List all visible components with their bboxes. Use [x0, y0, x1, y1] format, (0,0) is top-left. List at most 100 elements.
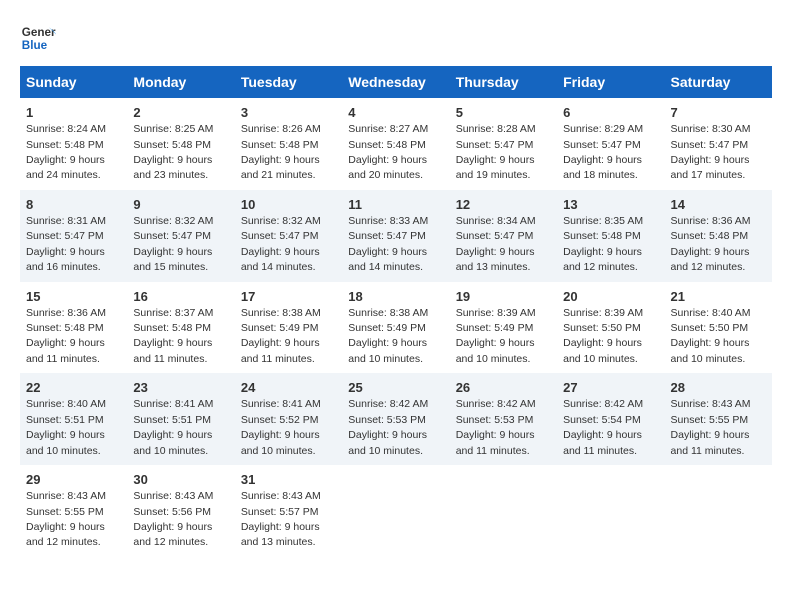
calendar-cell: 23 Sunrise: 8:41 AM Sunset: 5:51 PM Dayl… — [127, 373, 234, 465]
sunrise-info: Sunrise: 8:38 AM — [241, 307, 321, 319]
sunrise-info: Sunrise: 8:33 AM — [348, 215, 428, 227]
sunset-info: Sunset: 5:47 PM — [563, 139, 641, 151]
sunrise-info: Sunrise: 8:32 AM — [133, 215, 213, 227]
calendar-cell: 7 Sunrise: 8:30 AM Sunset: 5:47 PM Dayli… — [665, 98, 772, 190]
sunset-info: Sunset: 5:47 PM — [456, 230, 534, 242]
calendar-cell: 24 Sunrise: 8:41 AM Sunset: 5:52 PM Dayl… — [235, 373, 342, 465]
daylight-info: Daylight: 9 hours and 16 minutes. — [26, 246, 105, 273]
sunset-info: Sunset: 5:55 PM — [26, 506, 104, 518]
daylight-info: Daylight: 9 hours and 13 minutes. — [456, 246, 535, 273]
daylight-info: Daylight: 9 hours and 17 minutes. — [671, 154, 750, 181]
day-number: 30 — [133, 471, 228, 489]
calendar-week-row: 8 Sunrise: 8:31 AM Sunset: 5:47 PM Dayli… — [20, 190, 772, 282]
daylight-info: Daylight: 9 hours and 13 minutes. — [241, 521, 320, 548]
column-header-tuesday: Tuesday — [235, 66, 342, 98]
calendar-cell: 14 Sunrise: 8:36 AM Sunset: 5:48 PM Dayl… — [665, 190, 772, 282]
day-number: 9 — [133, 196, 228, 214]
calendar-body: 1 Sunrise: 8:24 AM Sunset: 5:48 PM Dayli… — [20, 98, 772, 557]
sunset-info: Sunset: 5:49 PM — [456, 322, 534, 334]
sunset-info: Sunset: 5:48 PM — [133, 139, 211, 151]
svg-text:Blue: Blue — [22, 39, 48, 52]
sunrise-info: Sunrise: 8:35 AM — [563, 215, 643, 227]
day-number: 8 — [26, 196, 121, 214]
calendar-cell: 21 Sunrise: 8:40 AM Sunset: 5:50 PM Dayl… — [665, 282, 772, 374]
daylight-info: Daylight: 9 hours and 10 minutes. — [26, 429, 105, 456]
sunset-info: Sunset: 5:55 PM — [671, 414, 749, 426]
calendar-cell — [342, 465, 449, 557]
day-number: 18 — [348, 288, 443, 306]
sunrise-info: Sunrise: 8:41 AM — [133, 398, 213, 410]
day-number: 22 — [26, 379, 121, 397]
calendar-cell: 18 Sunrise: 8:38 AM Sunset: 5:49 PM Dayl… — [342, 282, 449, 374]
sunset-info: Sunset: 5:47 PM — [671, 139, 749, 151]
day-number: 12 — [456, 196, 551, 214]
day-number: 31 — [241, 471, 336, 489]
sunrise-info: Sunrise: 8:32 AM — [241, 215, 321, 227]
sunset-info: Sunset: 5:54 PM — [563, 414, 641, 426]
daylight-info: Daylight: 9 hours and 10 minutes. — [671, 337, 750, 364]
daylight-info: Daylight: 9 hours and 11 minutes. — [563, 429, 642, 456]
daylight-info: Daylight: 9 hours and 10 minutes. — [241, 429, 320, 456]
daylight-info: Daylight: 9 hours and 23 minutes. — [133, 154, 212, 181]
calendar-header-row: SundayMondayTuesdayWednesdayThursdayFrid… — [20, 66, 772, 98]
sunset-info: Sunset: 5:51 PM — [133, 414, 211, 426]
column-header-sunday: Sunday — [20, 66, 127, 98]
day-number: 26 — [456, 379, 551, 397]
day-number: 27 — [563, 379, 658, 397]
calendar-cell: 5 Sunrise: 8:28 AM Sunset: 5:47 PM Dayli… — [450, 98, 557, 190]
calendar-week-row: 1 Sunrise: 8:24 AM Sunset: 5:48 PM Dayli… — [20, 98, 772, 190]
sunrise-info: Sunrise: 8:36 AM — [26, 307, 106, 319]
calendar-cell: 4 Sunrise: 8:27 AM Sunset: 5:48 PM Dayli… — [342, 98, 449, 190]
day-number: 14 — [671, 196, 766, 214]
calendar-cell: 9 Sunrise: 8:32 AM Sunset: 5:47 PM Dayli… — [127, 190, 234, 282]
calendar-cell: 22 Sunrise: 8:40 AM Sunset: 5:51 PM Dayl… — [20, 373, 127, 465]
calendar-table: SundayMondayTuesdayWednesdayThursdayFrid… — [20, 66, 772, 557]
sunrise-info: Sunrise: 8:37 AM — [133, 307, 213, 319]
sunrise-info: Sunrise: 8:24 AM — [26, 123, 106, 135]
sunrise-info: Sunrise: 8:39 AM — [456, 307, 536, 319]
daylight-info: Daylight: 9 hours and 10 minutes. — [348, 337, 427, 364]
calendar-cell: 27 Sunrise: 8:42 AM Sunset: 5:54 PM Dayl… — [557, 373, 664, 465]
calendar-cell: 3 Sunrise: 8:26 AM Sunset: 5:48 PM Dayli… — [235, 98, 342, 190]
daylight-info: Daylight: 9 hours and 11 minutes. — [456, 429, 535, 456]
day-number: 29 — [26, 471, 121, 489]
logo-icon: General Blue — [20, 20, 56, 56]
daylight-info: Daylight: 9 hours and 11 minutes. — [241, 337, 320, 364]
daylight-info: Daylight: 9 hours and 15 minutes. — [133, 246, 212, 273]
sunset-info: Sunset: 5:48 PM — [26, 322, 104, 334]
sunrise-info: Sunrise: 8:43 AM — [133, 490, 213, 502]
daylight-info: Daylight: 9 hours and 11 minutes. — [133, 337, 212, 364]
sunset-info: Sunset: 5:57 PM — [241, 506, 319, 518]
day-number: 19 — [456, 288, 551, 306]
logo: General Blue — [20, 20, 56, 56]
column-header-monday: Monday — [127, 66, 234, 98]
sunset-info: Sunset: 5:48 PM — [348, 139, 426, 151]
sunrise-info: Sunrise: 8:34 AM — [456, 215, 536, 227]
calendar-cell — [665, 465, 772, 557]
daylight-info: Daylight: 9 hours and 10 minutes. — [563, 337, 642, 364]
calendar-cell — [450, 465, 557, 557]
calendar-cell: 17 Sunrise: 8:38 AM Sunset: 5:49 PM Dayl… — [235, 282, 342, 374]
day-number: 11 — [348, 196, 443, 214]
sunrise-info: Sunrise: 8:30 AM — [671, 123, 751, 135]
daylight-info: Daylight: 9 hours and 12 minutes. — [563, 246, 642, 273]
sunrise-info: Sunrise: 8:41 AM — [241, 398, 321, 410]
sunrise-info: Sunrise: 8:25 AM — [133, 123, 213, 135]
sunset-info: Sunset: 5:49 PM — [241, 322, 319, 334]
day-number: 7 — [671, 104, 766, 122]
calendar-cell: 6 Sunrise: 8:29 AM Sunset: 5:47 PM Dayli… — [557, 98, 664, 190]
day-number: 25 — [348, 379, 443, 397]
sunrise-info: Sunrise: 8:43 AM — [26, 490, 106, 502]
calendar-cell: 2 Sunrise: 8:25 AM Sunset: 5:48 PM Dayli… — [127, 98, 234, 190]
calendar-cell: 16 Sunrise: 8:37 AM Sunset: 5:48 PM Dayl… — [127, 282, 234, 374]
daylight-info: Daylight: 9 hours and 11 minutes. — [671, 429, 750, 456]
day-number: 5 — [456, 104, 551, 122]
day-number: 2 — [133, 104, 228, 122]
column-header-saturday: Saturday — [665, 66, 772, 98]
sunset-info: Sunset: 5:51 PM — [26, 414, 104, 426]
sunrise-info: Sunrise: 8:28 AM — [456, 123, 536, 135]
day-number: 3 — [241, 104, 336, 122]
sunset-info: Sunset: 5:47 PM — [26, 230, 104, 242]
day-number: 10 — [241, 196, 336, 214]
calendar-cell: 26 Sunrise: 8:42 AM Sunset: 5:53 PM Dayl… — [450, 373, 557, 465]
